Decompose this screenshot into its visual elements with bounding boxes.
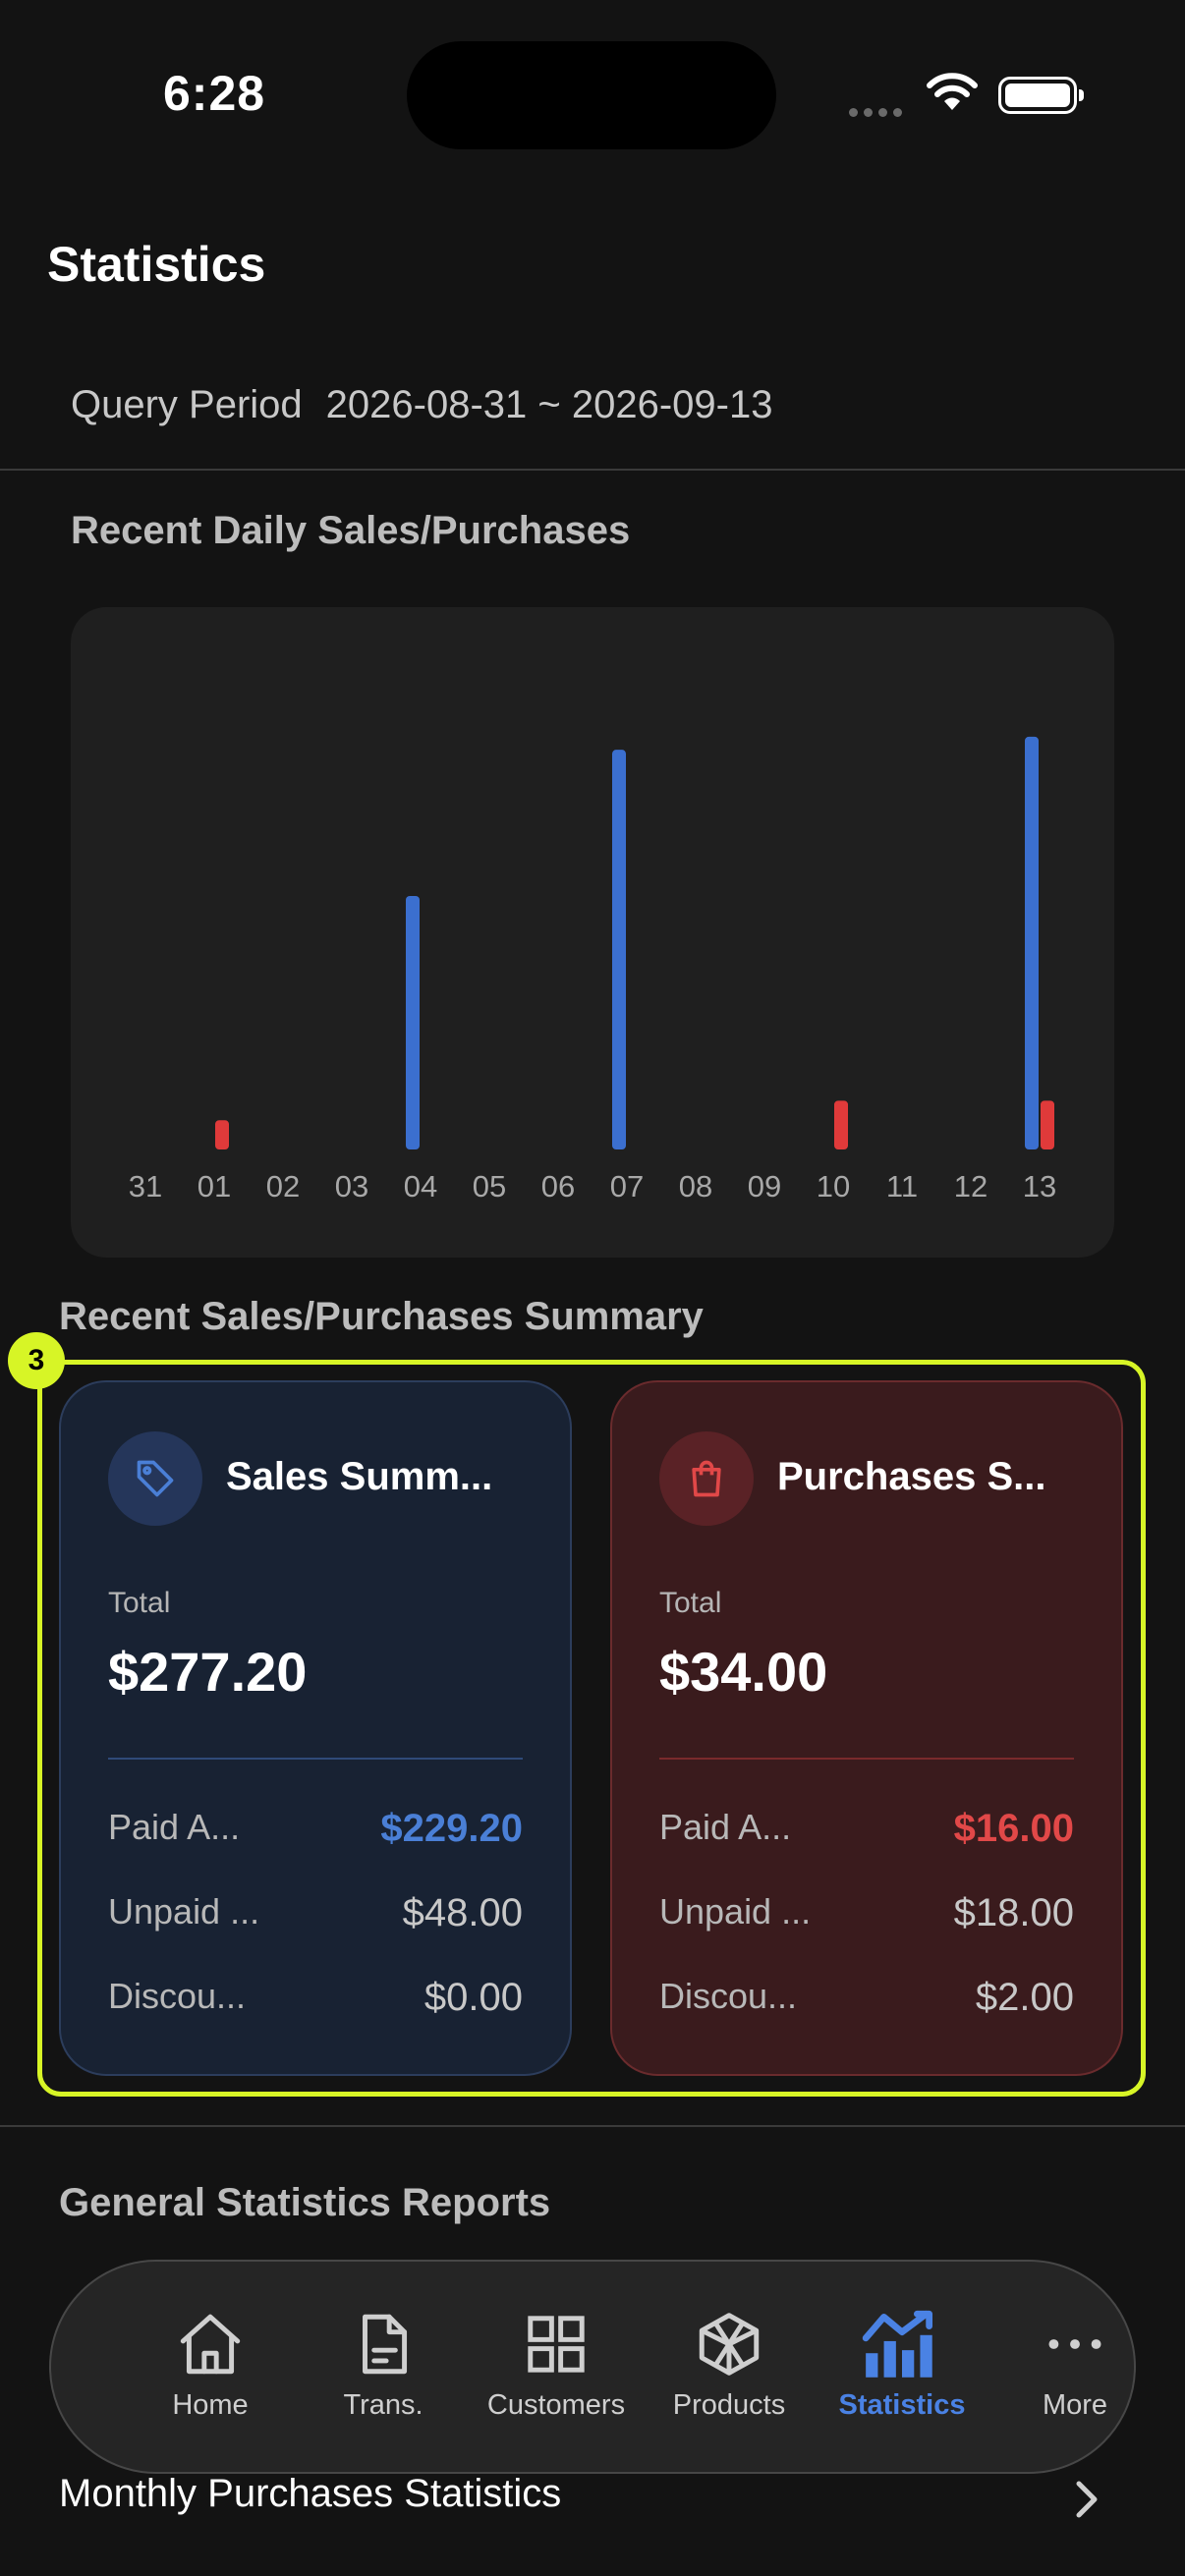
x-tick-label: 13: [1023, 1169, 1056, 1204]
purchases-paid-label: Paid A...: [659, 1807, 792, 1847]
x-tick-label: 31: [129, 1169, 162, 1204]
status-bar: 6:28: [0, 0, 1185, 149]
sales-unpaid-label: Unpaid ...: [108, 1891, 260, 1932]
x-tick-label: 12: [954, 1169, 988, 1204]
wifi-icon: [927, 73, 978, 110]
sales-paid-label: Paid A...: [108, 1807, 241, 1847]
status-time: 6:28: [163, 66, 266, 121]
sales-bar: [406, 896, 420, 1149]
x-tick-label: 10: [817, 1169, 850, 1204]
grid-icon: [473, 2305, 640, 2383]
page-title: Statistics: [47, 237, 266, 292]
tab-home[interactable]: Home: [127, 2305, 294, 2422]
purchases-summary-card[interactable]: Purchases S... Total $34.00 Paid A... $1…: [610, 1380, 1123, 2076]
tab-products-label: Products: [672, 2389, 786, 2421]
x-tick-label: 02: [266, 1169, 300, 1204]
sales-discount-value: $0.00: [423, 1976, 523, 2019]
tab-bar: Home Trans. Customers Products Statistic…: [49, 2260, 1136, 2474]
purchases-total-value: $34.00: [659, 1641, 828, 1703]
cellular-signal-icon: [849, 104, 908, 122]
shopping-bag-icon: [659, 1431, 754, 1526]
sales-discount-row: Discou... $0.00: [108, 1976, 523, 2019]
document-icon: [300, 2305, 467, 2383]
purchases-bar: [215, 1120, 229, 1149]
sales-bar: [1025, 736, 1039, 1149]
highlight-badge: 3: [8, 1332, 65, 1389]
x-tick-label: 06: [541, 1169, 575, 1204]
sales-unpaid-row: Unpaid ... $48.00: [108, 1891, 523, 1934]
summary-section-title: Recent Sales/Purchases Summary: [59, 1295, 704, 1338]
sales-card-divider: [108, 1758, 523, 1760]
sales-total-value: $277.20: [108, 1641, 308, 1703]
bar-chart-icon: [818, 2305, 986, 2383]
tab-transactions[interactable]: Trans.: [300, 2305, 467, 2422]
tab-customers[interactable]: Customers: [473, 2305, 640, 2422]
sales-paid-value: $229.20: [380, 1807, 523, 1850]
tab-transactions-label: Trans.: [343, 2389, 423, 2421]
tag-icon: [108, 1431, 202, 1526]
query-period-label: Query Period: [71, 383, 303, 426]
tab-more[interactable]: More: [991, 2305, 1158, 2422]
query-period[interactable]: Query Period 2026-08-31 ~ 2026-09-13: [71, 383, 772, 427]
purchases-discount-label: Discou...: [659, 1976, 798, 2016]
x-tick-label: 05: [473, 1169, 506, 1204]
dynamic-island: [407, 41, 776, 149]
tab-statistics-label: Statistics: [838, 2389, 966, 2421]
x-tick-label: 03: [335, 1169, 368, 1204]
purchases-discount-row: Discou... $2.00: [659, 1976, 1074, 2019]
sales-summary-card[interactable]: Sales Summ... Total $277.20 Paid A... $2…: [59, 1380, 572, 2076]
cube-icon: [646, 2305, 813, 2383]
daily-bar-chart: 31 01 02 03 04 05 06 07 08 09 10 11 12 13: [129, 736, 1056, 1204]
purchases-total-label: Total: [659, 1587, 722, 1619]
sales-discount-label: Discou...: [108, 1976, 247, 2016]
sales-bar: [612, 750, 626, 1149]
divider: [0, 2125, 1185, 2127]
battery-icon: [998, 77, 1084, 114]
daily-section-title: Recent Daily Sales/Purchases: [71, 509, 631, 552]
x-tick-label: 08: [679, 1169, 712, 1204]
purchases-paid-row: Paid A... $16.00: [659, 1807, 1074, 1850]
x-tick-label: 04: [404, 1169, 437, 1204]
purchases-unpaid-row: Unpaid ... $18.00: [659, 1891, 1074, 1934]
sales-total-label: Total: [108, 1587, 171, 1619]
divider: [0, 469, 1185, 471]
purchases-card-divider: [659, 1758, 1074, 1760]
query-period-value: 2026-08-31 ~ 2026-09-13: [325, 383, 773, 426]
purchases-discount-value: $2.00: [975, 1976, 1074, 2019]
sales-paid-row: Paid A... $229.20: [108, 1807, 523, 1850]
monthly-purchases-statistics-item[interactable]: Monthly Purchases Statistics: [59, 2472, 561, 2516]
daily-chart-card: 31 01 02 03 04 05 06 07 08 09 10 11 12 13: [71, 607, 1114, 1258]
purchases-card-title: Purchases S...: [777, 1455, 1046, 1498]
purchases-paid-value: $16.00: [953, 1807, 1074, 1850]
x-tick-label: 01: [198, 1169, 231, 1204]
purchases-unpaid-label: Unpaid ...: [659, 1891, 812, 1932]
purchases-bar: [1041, 1100, 1054, 1149]
purchases-unpaid-value: $18.00: [953, 1891, 1074, 1934]
tab-products[interactable]: Products: [646, 2305, 813, 2422]
tab-statistics[interactable]: Statistics: [818, 2305, 986, 2422]
general-section-title: General Statistics Reports: [59, 2181, 551, 2224]
sales-card-title: Sales Summ...: [226, 1455, 493, 1498]
home-icon: [127, 2305, 294, 2383]
more-icon: [991, 2305, 1158, 2383]
tab-home-label: Home: [172, 2389, 249, 2421]
chevron-right-icon[interactable]: [1073, 2478, 1100, 2521]
sales-unpaid-value: $48.00: [402, 1891, 523, 1934]
x-tick-label: 09: [748, 1169, 781, 1204]
x-tick-label: 11: [886, 1169, 918, 1204]
purchases-bar: [834, 1100, 848, 1149]
tab-more-label: More: [1042, 2389, 1108, 2421]
tab-customers-label: Customers: [486, 2389, 626, 2421]
x-tick-label: 07: [610, 1169, 644, 1204]
